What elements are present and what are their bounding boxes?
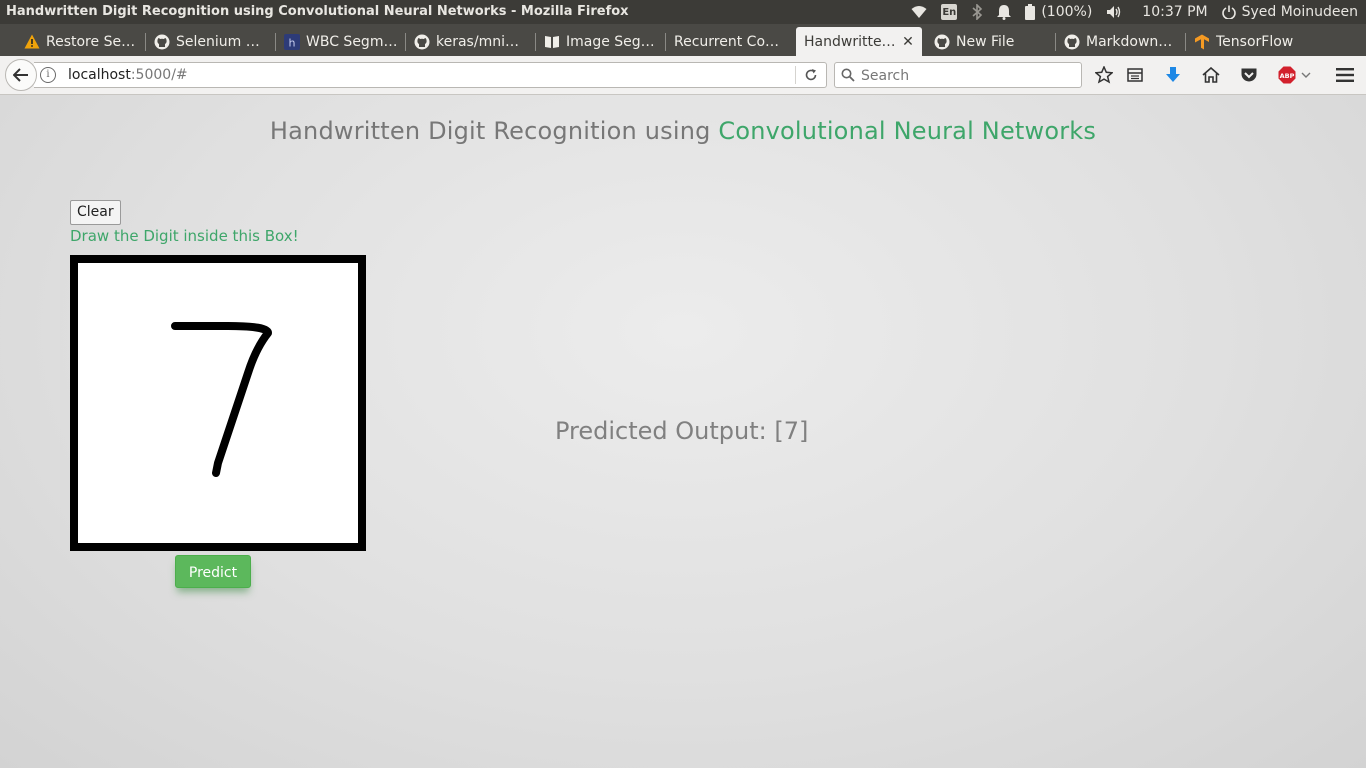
tab-separator bbox=[405, 33, 406, 51]
tab-separator bbox=[665, 33, 666, 51]
url-host: localhost bbox=[68, 67, 131, 83]
tab-separator bbox=[1055, 33, 1056, 51]
battery-percent: (100%) bbox=[1041, 4, 1093, 20]
github-icon bbox=[154, 34, 170, 50]
github-icon bbox=[1064, 34, 1080, 50]
h-icon: h bbox=[284, 33, 300, 50]
page-title-plain: Handwritten Digit Recognition using bbox=[269, 117, 719, 145]
predict-button[interactable]: Predict bbox=[175, 555, 251, 588]
power-icon bbox=[1221, 5, 1236, 19]
warning-icon bbox=[24, 34, 40, 50]
bell-icon[interactable] bbox=[997, 4, 1012, 20]
tab-label: keras/mni… bbox=[436, 33, 519, 50]
tab-separator bbox=[145, 33, 146, 51]
tab-markdown[interactable]: Markdown… bbox=[1058, 27, 1184, 56]
tab-label: Handwritte… bbox=[804, 33, 896, 50]
tab-restore-session[interactable]: Restore Se… bbox=[18, 27, 144, 56]
bookmark-star-icon[interactable] bbox=[1094, 65, 1114, 85]
tab-label: Recurrent Co… bbox=[674, 33, 780, 50]
volume-icon[interactable] bbox=[1106, 5, 1122, 19]
clear-button[interactable]: Clear bbox=[70, 200, 121, 225]
github-icon bbox=[414, 34, 430, 50]
system-indicators: En (100%) 10:37 PM Syed Moinudeen bbox=[897, 0, 1358, 24]
github-icon bbox=[934, 34, 950, 50]
adblock-icon[interactable]: ABP bbox=[1277, 65, 1297, 85]
chevron-down-icon[interactable] bbox=[1300, 65, 1312, 85]
url-path: :5000/# bbox=[130, 67, 188, 83]
tab-image-segmentation[interactable]: Image Seg… bbox=[538, 27, 664, 56]
tab-label: WBC Segm… bbox=[306, 33, 398, 50]
tab-wbc-segmentation[interactable]: h WBC Segm… bbox=[278, 27, 404, 56]
svg-text:ABP: ABP bbox=[1280, 72, 1295, 80]
battery-icon[interactable]: (100%) bbox=[1025, 4, 1092, 20]
predicted-output: Predicted Output: [7] bbox=[555, 417, 809, 445]
keyboard-layout-label: En bbox=[941, 4, 958, 20]
wifi-icon[interactable] bbox=[911, 5, 927, 19]
tab-selenium[interactable]: Selenium … bbox=[148, 27, 274, 56]
search-icon bbox=[841, 67, 855, 86]
tab-label: New File bbox=[956, 33, 1015, 50]
menu-icon[interactable] bbox=[1335, 65, 1355, 85]
user-name: Syed Moinudeen bbox=[1241, 4, 1358, 20]
back-arrow-icon bbox=[13, 68, 28, 82]
drawing-canvas[interactable] bbox=[70, 255, 366, 551]
page-content: Handwritten Digit Recognition using Conv… bbox=[0, 95, 1366, 768]
tab-tensorflow[interactable]: TensorFlow bbox=[1188, 27, 1314, 56]
svg-text:h: h bbox=[289, 36, 296, 49]
window-title-bar: Handwritten Digit Recognition using Conv… bbox=[0, 0, 1366, 24]
download-icon[interactable] bbox=[1163, 65, 1183, 85]
digit-drawing bbox=[171, 322, 272, 477]
search-input[interactable] bbox=[859, 65, 1073, 87]
back-button[interactable] bbox=[5, 59, 37, 91]
tab-label: Restore Se… bbox=[46, 33, 136, 50]
keyboard-icon[interactable]: En bbox=[941, 4, 958, 20]
url-bar[interactable]: i localhost:5000/# bbox=[34, 62, 827, 88]
clock[interactable]: 10:37 PM bbox=[1136, 4, 1207, 20]
page-title: Handwritten Digit Recognition using Conv… bbox=[0, 117, 1366, 145]
window-title: Handwritten Digit Recognition using Conv… bbox=[6, 4, 629, 19]
pocket-icon[interactable] bbox=[1239, 65, 1259, 85]
draw-hint: Draw the Digit inside this Box! bbox=[70, 227, 299, 245]
navigation-toolbar: i localhost:5000/# ABP bbox=[0, 56, 1366, 95]
tensorflow-icon bbox=[1194, 34, 1210, 50]
tab-new-file[interactable]: New File bbox=[928, 27, 1054, 56]
clock-time: 10:37 PM bbox=[1142, 4, 1208, 20]
reading-list-icon[interactable] bbox=[1125, 65, 1145, 85]
tab-label: TensorFlow bbox=[1216, 33, 1294, 50]
close-icon[interactable]: ✕ bbox=[900, 34, 916, 50]
bluetooth-icon[interactable] bbox=[971, 4, 983, 20]
page-title-accent: Convolutional Neural Networks bbox=[718, 117, 1097, 145]
user-menu[interactable]: Syed Moinudeen bbox=[1221, 4, 1358, 20]
tab-label: Markdown… bbox=[1086, 33, 1173, 50]
info-icon[interactable]: i bbox=[40, 67, 56, 83]
tab-label: Image Seg… bbox=[566, 33, 655, 50]
home-icon[interactable] bbox=[1201, 65, 1221, 85]
url-text[interactable]: localhost:5000/# bbox=[68, 67, 188, 83]
tab-label: Selenium … bbox=[176, 33, 260, 50]
tab-keras-mnist[interactable]: keras/mni… bbox=[408, 27, 534, 56]
tab-strip: Restore Se… Selenium … h WBC Segm… keras… bbox=[0, 24, 1366, 76]
book-icon bbox=[544, 34, 560, 50]
tab-separator bbox=[535, 33, 536, 51]
tab-separator bbox=[1185, 33, 1186, 51]
reload-icon[interactable] bbox=[795, 66, 820, 84]
tab-recurrent[interactable]: Recurrent Co… bbox=[668, 27, 794, 56]
tab-separator bbox=[275, 33, 276, 51]
search-bar[interactable] bbox=[834, 62, 1082, 88]
tab-handwritten-active[interactable]: Handwritte… ✕ bbox=[796, 27, 922, 56]
